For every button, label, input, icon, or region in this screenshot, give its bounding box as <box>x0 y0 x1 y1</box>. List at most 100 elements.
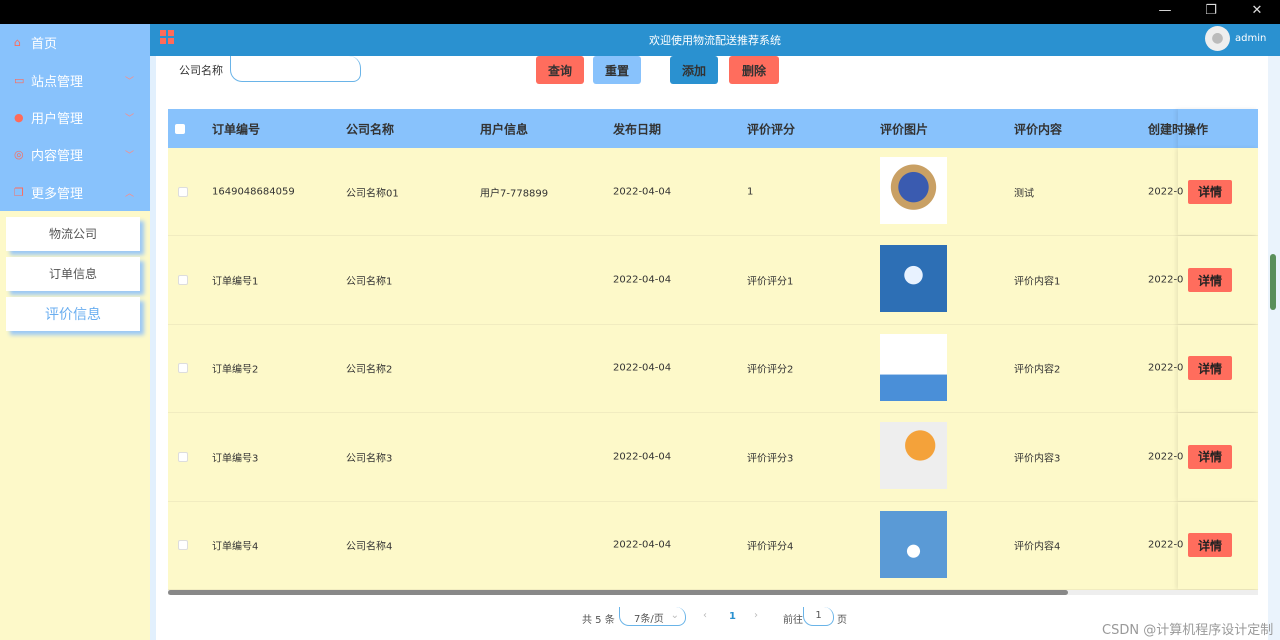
cell-order: 1649048684059 <box>212 186 295 198</box>
total-count: 共 5 条 <box>582 615 615 626</box>
row-checkbox[interactable] <box>178 275 188 286</box>
review-image[interactable] <box>880 333 947 401</box>
goto-page-input[interactable]: 1 <box>803 607 834 626</box>
cell-content: 评价内容2 <box>1014 364 1061 376</box>
submenu-logistics-company[interactable]: 物流公司 <box>6 216 140 251</box>
page-size-value: 7条/页 <box>634 614 664 625</box>
page-suffix: 页 <box>837 615 847 626</box>
chat-icon: ◎ <box>14 148 24 162</box>
review-image[interactable] <box>880 510 947 578</box>
minimize-icon[interactable]: — <box>1142 0 1188 24</box>
row-checkbox[interactable] <box>178 186 188 197</box>
cell-date: 2022-04-04 <box>613 539 672 551</box>
fixed-action-column: 操作 <box>1178 109 1258 148</box>
page-number-current[interactable]: 1 <box>729 611 736 622</box>
submenu-review-info[interactable]: 评价信息 <box>6 296 140 331</box>
header-action: 操作 <box>1184 122 1209 136</box>
detail-button[interactable]: 详情 <box>1188 533 1232 558</box>
menu-label: 内容管理 <box>31 149 84 165</box>
cell-content: 评价内容1 <box>1014 276 1061 288</box>
sidebar-item-more[interactable]: ❐ 更多管理 ︿ <box>0 174 150 211</box>
next-page-icon[interactable]: › <box>754 610 758 621</box>
cell-order: 订单编号4 <box>212 541 259 553</box>
vertical-scrollbar[interactable] <box>1268 56 1280 640</box>
chevron-down-icon: ﹀ <box>124 113 134 124</box>
table-row: 订单编号3 公司名称3 2022-04-04 评价评分3 评价内容3 2022-0 详情 <box>168 413 1258 502</box>
delete-button[interactable]: 删除 <box>729 56 779 84</box>
goto-label: 前往 <box>783 615 803 626</box>
cell-order: 订单编号2 <box>212 364 259 376</box>
username[interactable]: admin <box>1235 33 1266 44</box>
menu-label: 更多管理 <box>31 186 84 202</box>
table-row: 订单编号2 公司名称2 2022-04-04 评价评分2 评价内容2 2022-0 详情 <box>168 324 1258 414</box>
cell-date: 2022-04-04 <box>613 186 672 198</box>
table-row: 订单编号1 公司名称1 2022-04-04 评价评分1 评价内容1 2022-0 详情 <box>168 236 1258 325</box>
watermark: CSDN @计算机程序设计定制 <box>1102 623 1274 638</box>
page-size-select[interactable]: 7条/页 ⌄ <box>619 607 686 626</box>
menu-label: 用户管理 <box>31 111 84 127</box>
cell-company: 公司名称4 <box>346 541 393 553</box>
horizontal-scrollbar[interactable] <box>168 590 1258 595</box>
chevron-down-icon: ﹀ <box>124 151 134 162</box>
cell-content: 测试 <box>1014 188 1034 200</box>
row-checkbox[interactable] <box>178 363 188 374</box>
detail-button[interactable]: 详情 <box>1188 444 1232 469</box>
detail-button[interactable]: 详情 <box>1188 179 1232 204</box>
header-order-no[interactable]: 订单编号 <box>212 120 260 137</box>
detail-button[interactable]: 详情 <box>1188 268 1232 293</box>
header-image[interactable]: 评价图片 <box>880 120 928 137</box>
cell-order: 订单编号3 <box>212 453 259 465</box>
top-header: 欢迎使用物流配送推荐系统 ● admin <box>150 24 1280 56</box>
cell-content: 评价内容4 <box>1014 541 1061 553</box>
close-icon[interactable]: ✕ <box>1234 0 1280 24</box>
cell-score: 评价评分3 <box>747 453 794 465</box>
review-image[interactable] <box>880 157 947 224</box>
select-all-checkbox[interactable] <box>175 123 185 134</box>
sidebar-item-content[interactable]: ◎ 内容管理 ﹀ <box>0 136 150 173</box>
header-score[interactable]: 评价评分 <box>747 120 795 137</box>
monitor-icon: ▭ <box>14 73 25 87</box>
horizontal-scrollbar-thumb[interactable] <box>168 590 1068 595</box>
chevron-down-icon: ⌄ <box>670 610 679 621</box>
cell-order: 订单编号1 <box>212 276 259 288</box>
vertical-scrollbar-thumb[interactable] <box>1270 254 1276 310</box>
row-checkbox[interactable] <box>178 451 188 462</box>
header-content[interactable]: 评价内容 <box>1014 120 1062 137</box>
cell-score: 评价评分2 <box>747 364 794 376</box>
sidebar-item-home[interactable]: ⌂ 首页 <box>0 24 150 61</box>
home-icon: ⌂ <box>14 36 21 50</box>
row-checkbox[interactable] <box>178 540 188 551</box>
sidebar: ⌂ 首页 ▭ 站点管理 ﹀ ● 用户管理 ﹀ ◎ 内容管理 ﹀ ❐ 更多管理 ︿ 物流公司 订单信… <box>0 24 150 640</box>
content-border <box>150 56 156 640</box>
table-row: 订单编号4 公司名称4 2022-04-04 评价评分4 评价内容4 2022-0 详情 <box>168 501 1258 590</box>
sidebar-item-users[interactable]: ● 用户管理 ﹀ <box>0 99 150 136</box>
detail-button[interactable]: 详情 <box>1188 356 1232 381</box>
header-date[interactable]: 发布日期 <box>613 120 661 137</box>
company-name-input[interactable] <box>230 56 361 82</box>
table-row: 1649048684059 公司名称01 用户7-778899 2022-04-04 1… <box>168 148 1258 237</box>
add-button[interactable]: 添加 <box>670 56 718 84</box>
window-titlebar: — ❐ ✕ <box>0 0 1280 24</box>
review-image[interactable] <box>880 245 947 313</box>
sidebar-item-sites[interactable]: ▭ 站点管理 ﹀ <box>0 61 150 98</box>
cell-score: 1 <box>747 186 754 198</box>
review-image[interactable] <box>880 422 947 490</box>
restore-icon[interactable]: ❐ <box>1188 0 1234 24</box>
page-title: 欢迎使用物流配送推荐系统 <box>649 34 781 47</box>
prev-page-icon[interactable]: ‹ <box>703 610 707 621</box>
header-company[interactable]: 公司名称 <box>346 120 394 137</box>
cell-company: 公司名称2 <box>346 364 393 376</box>
menu-label: 首页 <box>31 37 58 53</box>
cell-score: 评价评分4 <box>747 541 794 553</box>
cell-company: 公司名称3 <box>346 453 393 465</box>
cell-score: 评价评分1 <box>747 276 794 288</box>
cell-company: 公司名称1 <box>346 276 393 288</box>
query-button[interactable]: 查询 <box>536 56 584 84</box>
submenu-order-info[interactable]: 订单信息 <box>6 256 140 291</box>
table-header: 订单编号 公司名称 用户信息 发布日期 评价评分 评价图片 评价内容 创建时 操… <box>168 109 1258 148</box>
avatar[interactable]: ● <box>1205 26 1230 51</box>
reviews-table: 订单编号 公司名称 用户信息 发布日期 评价评分 评价图片 评价内容 创建时 操… <box>168 109 1258 590</box>
cell-date: 2022-04-04 <box>613 362 672 374</box>
reset-button[interactable]: 重置 <box>593 56 641 84</box>
header-user[interactable]: 用户信息 <box>480 120 528 137</box>
